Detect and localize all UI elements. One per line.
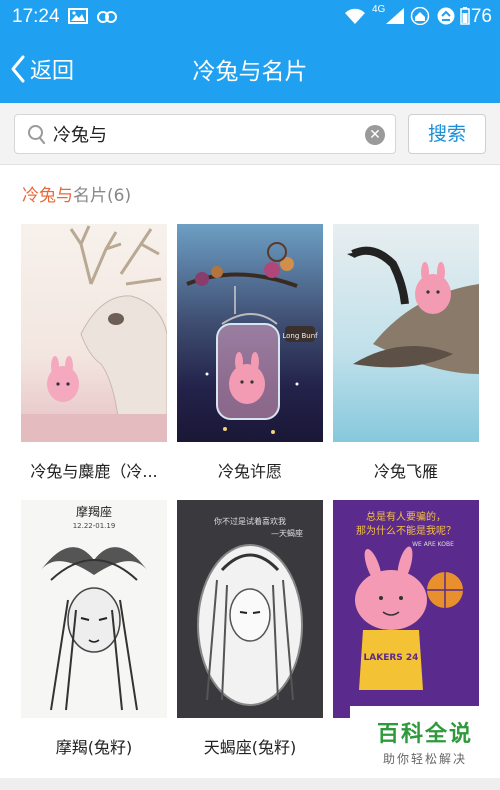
card-sub-text: —天蝎座 [271,528,303,538]
capricorn-illustration: 摩羯座 12.22-01.19 [21,500,167,718]
result-card[interactable]: Long Bunf 冷兔许愿 [177,224,323,482]
wifi-icon [345,8,365,24]
search-button[interactable]: 搜索 [408,114,486,154]
clear-icon[interactable]: ✕ [365,125,385,145]
battery-icon [460,7,470,25]
result-card[interactable]: 总是有人要骗的， 那为什么不能是我呢？ WE ARE KOBE LAKERS 2… [333,500,479,734]
watermark-title: 百科全说 [376,722,473,747]
card-caption: 摩羯(兔籽) [55,738,133,757]
card-thumbnail[interactable]: 你不过是试着喜欢我 —天蝎座 [177,500,323,718]
card-thumbnail[interactable]: Long Bunf [177,224,323,442]
card-date-text: 12.22-01.19 [73,522,116,530]
result-card[interactable]: 冷兔飞雁 [333,224,479,482]
home-notification-icon [410,7,430,25]
search-icon [28,125,46,145]
watermark-logo: 百科全说 助你轻松解决 [350,706,500,772]
search-input[interactable] [53,121,343,147]
link-notification-icon [97,11,117,23]
result-card[interactable]: 冷兔与麋鹿（冷... [21,224,167,482]
result-card[interactable]: 摩羯座 12.22-01.19 摩羯(兔籽) [21,500,167,758]
result-card[interactable]: 你不过是试着喜欢我 —天蝎座 天蝎座(兔籽) [177,500,323,758]
result-count: (6) [107,186,132,206]
card-small-text: WE ARE KOBE [412,541,454,548]
signal-icon [386,8,404,24]
card-thumbnail[interactable]: 总是有人要骗的， 那为什么不能是我呢？ WE ARE KOBE LAKERS 2… [333,500,479,718]
result-term: 名片 [73,186,107,206]
status-bar: 17:24 4G 76 [0,0,500,34]
card-top-text-2: 那为什么不能是我呢？ [356,524,456,537]
scorpio-illustration: 你不过是试着喜欢我 —天蝎座 [177,500,323,718]
card-thumbnail[interactable]: 摩羯座 12.22-01.19 [21,500,167,718]
search-box: ✕ [14,114,396,154]
app-header: 17:24 4G 76 返回 冷兔与名片 [0,0,500,103]
bunny-goose-illustration [333,224,479,442]
card-jersey-text: LAKERS 24 [364,653,419,663]
result-highlight: 冷兔与 [22,186,73,206]
card-sign-text: Long Bunf [282,332,318,340]
watermark-subtitle: 助你轻松解决 [382,752,467,766]
battery-level: 76 [470,6,492,27]
card-caption: 冷兔许愿 [217,462,282,481]
search-bar: ✕ 搜索 [0,103,500,165]
page-title: 冷兔与名片 [192,59,308,85]
alert-notification-icon [437,7,455,25]
card-caption: 冷兔与麋鹿（冷... [30,462,158,481]
card-thumbnail[interactable] [333,224,479,442]
bunny-basketball-illustration: 总是有人要骗的， 那为什么不能是我呢？ WE ARE KOBE LAKERS 2… [333,500,479,718]
card-thumbnail[interactable] [21,224,167,442]
bunny-deer-illustration [21,224,167,442]
card-header-text: 你不过是试着喜欢我 [214,516,286,526]
result-summary: 冷兔与名片(6) [22,181,131,206]
card-top-text-1: 总是有人要骗的， [366,510,446,523]
image-notification-icon [68,8,88,24]
card-caption: 冷兔飞雁 [373,462,438,481]
status-time: 17:24 [12,6,60,27]
card-header-text: 摩羯座 [76,504,112,519]
card-caption: 天蝎座(兔籽) [203,738,297,757]
bunny-jar-illustration: Long Bunf [177,224,323,442]
bottom-divider [0,778,500,790]
